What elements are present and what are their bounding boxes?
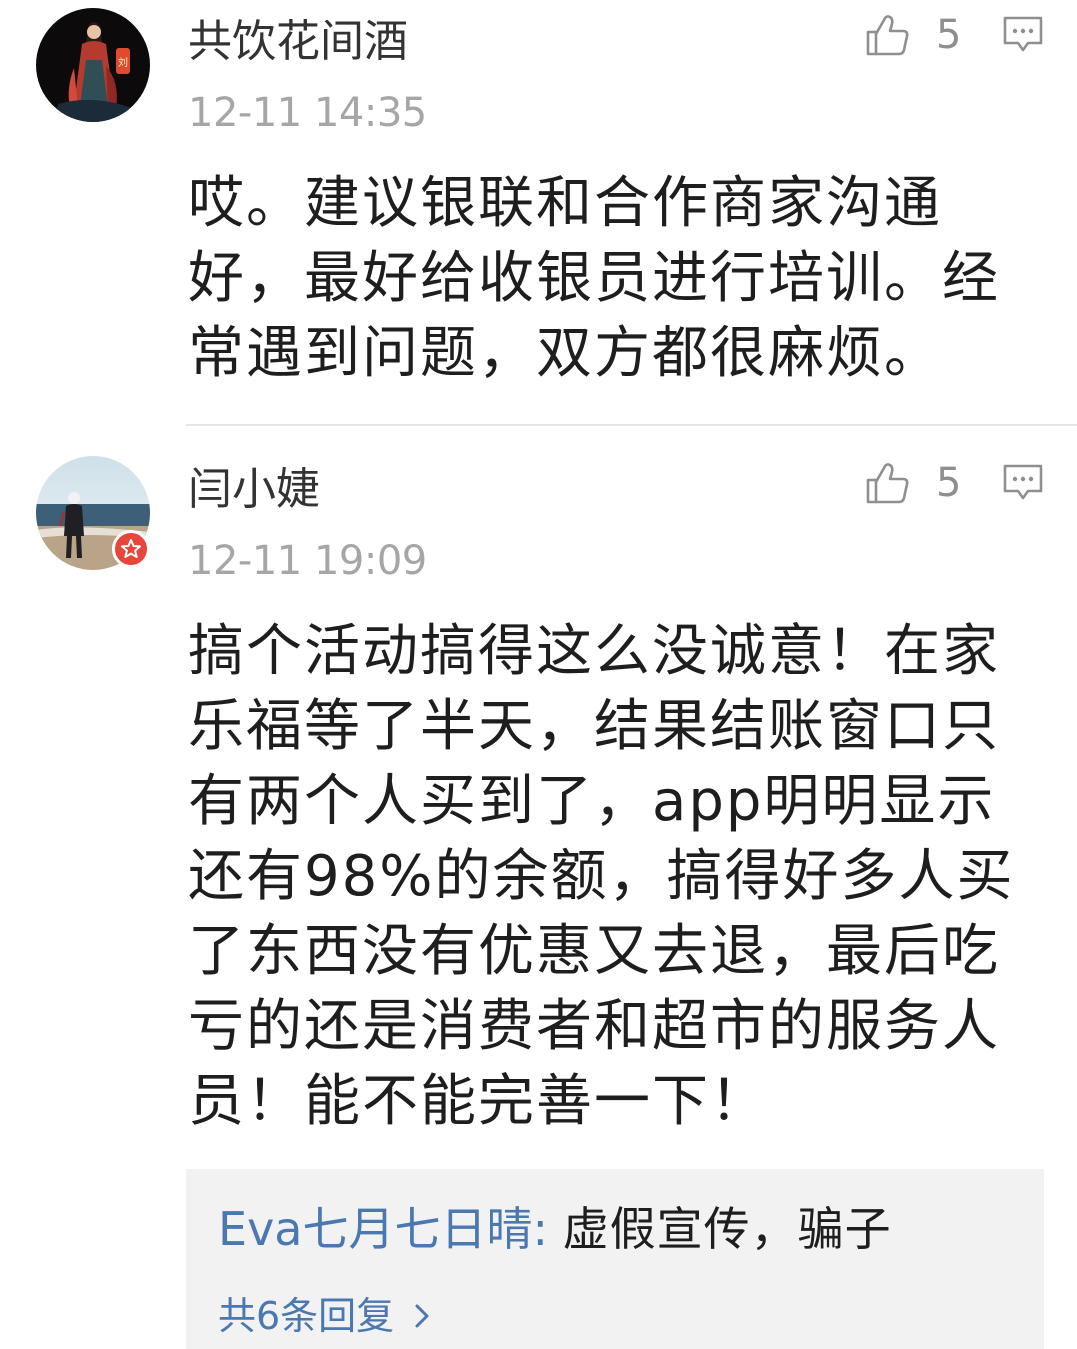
like-count: 5	[936, 12, 962, 58]
comment-timestamp: 12-11 19:09	[188, 538, 427, 584]
replies-preview[interactable]: Eva七月七日晴: 虚假宣传，骗子 共6条回复	[186, 1169, 1044, 1349]
comment-item: 刘 共饮花间酒 12-11 14:35 5 哎。建议银联和合作商家沟通好，最好给…	[0, 0, 1077, 426]
reply-text: 虚假宣传，骗子	[562, 1202, 892, 1256]
comment-timestamp: 12-11 14:35	[188, 90, 427, 136]
user-avatar[interactable]: 刘	[36, 8, 150, 122]
svg-text:刘: 刘	[118, 57, 128, 69]
reply-separator: :	[532, 1202, 563, 1256]
comment-content: 搞个活动搞得这么没诚意！在家乐福等了半天，结果结账窗口只有两个人买到了，app明…	[188, 619, 1015, 1134]
chevron-right-icon	[415, 1304, 429, 1328]
comment-reply-icon[interactable]	[1002, 15, 1044, 55]
view-all-replies-link[interactable]: 共6条回复	[218, 1291, 432, 1341]
reply-author[interactable]: Eva七月七日晴	[218, 1202, 532, 1256]
reply-preview-line: Eva七月七日晴: 虚假宣传，骗子	[218, 1199, 892, 1259]
thumbs-up-icon	[866, 463, 909, 504]
username[interactable]: 闫小婕	[188, 462, 320, 518]
like-button[interactable]	[864, 458, 910, 508]
thumbs-up-icon	[866, 15, 909, 56]
like-count: 5	[936, 460, 962, 506]
avatar-costume-figure-icon: 刘	[36, 8, 150, 122]
like-button[interactable]	[864, 10, 910, 60]
verified-badge-icon	[112, 530, 150, 568]
more-replies-label: 共6条回复	[218, 1294, 395, 1338]
username[interactable]: 共饮花间酒	[188, 14, 408, 70]
comment-reply-icon[interactable]	[1002, 463, 1044, 503]
user-avatar[interactable]	[36, 456, 150, 570]
comment-content: 哎。建议银联和合作商家沟通好，最好给收银员进行培训。经常遇到问题，双方都很麻烦。	[188, 171, 1000, 386]
